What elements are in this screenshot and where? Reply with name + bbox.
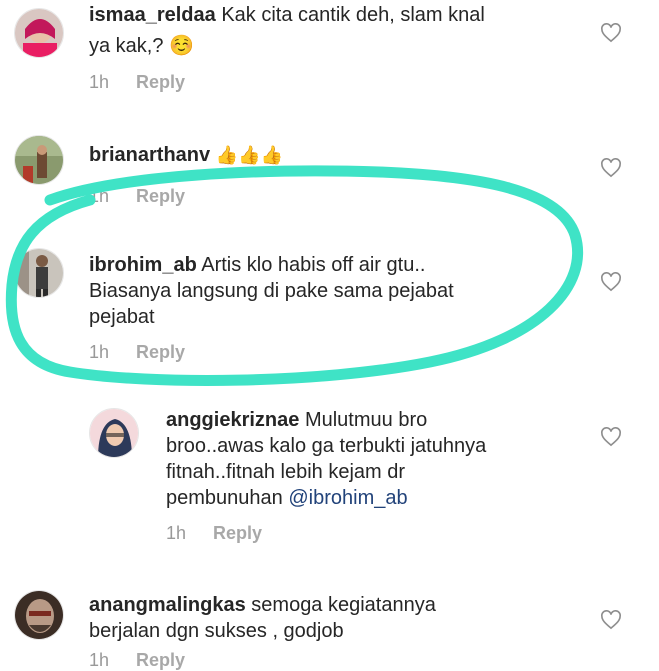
timestamp: 1h — [89, 342, 110, 362]
comment-text-line: pembunuhan @ibrohim_ab — [166, 485, 408, 512]
comment-body: ismaa_reldaa Kak cita cantik deh, slam k… — [89, 2, 485, 29]
comment-body: anangmalingkas semoga kegiatannya — [89, 592, 436, 619]
comment-meta: 1h Reply — [89, 650, 185, 671]
reply-button[interactable]: Reply — [136, 650, 185, 670]
comment-text: Mulutmuu bro — [304, 409, 428, 431]
comment-body: brianarthanv 👍👍👍 — [89, 142, 283, 169]
comment-text-line: broo..awas kalo ga terbukti jatuhnya — [166, 435, 487, 457]
username[interactable]: anangmalingkas — [89, 594, 246, 616]
comment-text: Kak cita cantik deh, slam knal — [221, 4, 485, 26]
avatar[interactable] — [14, 590, 64, 640]
comment-text: pembunuhan — [166, 487, 283, 509]
avatar[interactable] — [89, 408, 139, 458]
comment-meta: 1h Reply — [89, 342, 185, 363]
timestamp: 1h — [89, 650, 110, 670]
heart-outline-icon[interactable] — [600, 610, 622, 630]
heart-outline-icon[interactable] — [600, 272, 622, 292]
reply-button[interactable]: Reply — [213, 523, 262, 543]
timestamp: 1h — [89, 72, 110, 92]
username[interactable]: ismaa_reldaa — [89, 4, 216, 26]
reply-button[interactable]: Reply — [136, 186, 185, 206]
heart-outline-icon[interactable] — [600, 158, 622, 178]
avatar[interactable] — [14, 135, 64, 185]
comment-text: Artis klo habis off air gtu.. — [201, 254, 426, 276]
mention-link[interactable]: @ibrohim_ab — [288, 487, 407, 509]
comment-text-line: pejabat — [89, 306, 155, 328]
comment-body: ibrohim_ab Artis klo habis off air gtu.. — [89, 252, 425, 279]
username[interactable]: brianarthanv — [89, 144, 210, 166]
comment-body: anggiekriznae Mulutmuu bro — [166, 407, 427, 434]
comment-text-line: Biasanya langsung di pake sama pejabat — [89, 280, 454, 302]
heart-outline-icon[interactable] — [600, 23, 622, 43]
username[interactable]: ibrohim_ab — [89, 254, 197, 276]
comment-text-line: ya kak,? ☺️ — [89, 35, 194, 57]
comment-meta: 1h Reply — [166, 523, 262, 544]
comment-text-line: fitnah..fitnah lebih kejam dr — [166, 461, 406, 483]
comment-meta: 1h Reply — [89, 72, 185, 93]
timestamp: 1h — [89, 186, 110, 206]
comment-text: semoga kegiatannya — [251, 594, 436, 616]
username[interactable]: anggiekriznae — [166, 409, 299, 431]
reply-button[interactable]: Reply — [136, 72, 185, 92]
comment-meta: 1h Reply — [89, 186, 185, 207]
comment-text-line: berjalan dgn sukses , godjob — [89, 620, 344, 642]
avatar[interactable] — [14, 248, 64, 298]
avatar[interactable] — [14, 8, 64, 58]
timestamp: 1h — [166, 523, 187, 543]
heart-outline-icon[interactable] — [600, 427, 622, 447]
reply-button[interactable]: Reply — [136, 342, 185, 362]
comment-text: 👍👍👍 — [215, 145, 283, 165]
